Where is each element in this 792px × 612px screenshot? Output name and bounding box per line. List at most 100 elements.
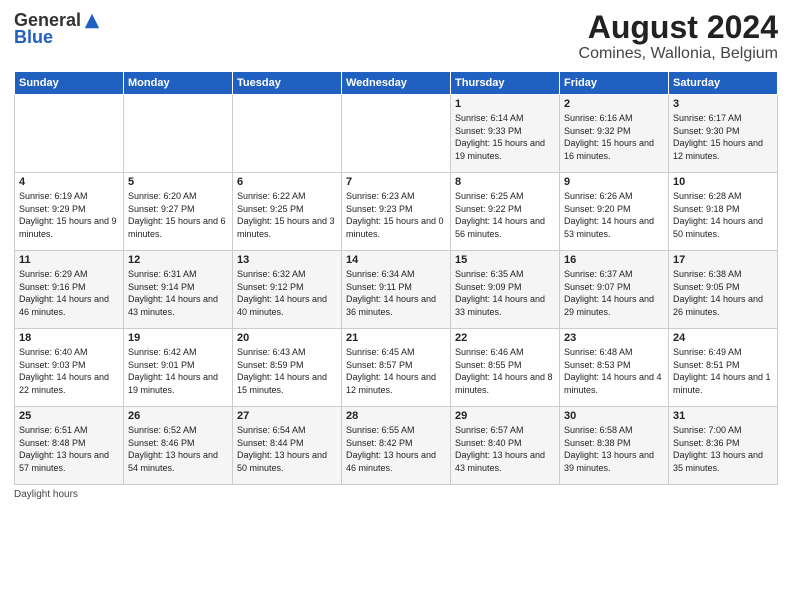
calendar-week-row: 18Sunrise: 6:40 AMSunset: 9:03 PMDayligh… xyxy=(15,329,778,407)
logo-blue: Blue xyxy=(14,27,53,48)
calendar-cell: 5Sunrise: 6:20 AMSunset: 9:27 PMDaylight… xyxy=(124,173,233,251)
calendar-cell: 20 Sunrise: 6:43 AMSunset: 8:59 PMDayligh… xyxy=(233,329,342,407)
day-info: Sunrise: 6:58 AMSunset: 8:38 PMDaylight:… xyxy=(564,424,664,474)
day-number: 4 xyxy=(19,176,119,188)
day-info: Sunrise: 6:43 AMSunset: 8:59 PMDaylight:… xyxy=(237,346,337,396)
calendar-cell: 24 Sunrise: 6:49 AMSunset: 8:51 PMDayligh… xyxy=(669,329,778,407)
day-info: Sunrise: 6:37 AMSunset: 9:07 PMDaylight:… xyxy=(564,268,664,318)
calendar-header-saturday: Saturday xyxy=(669,72,778,95)
day-number: 23 xyxy=(564,332,664,344)
day-number: 28 xyxy=(346,410,446,422)
calendar-cell: 8 Sunrise: 6:25 AMSunset: 9:22 PMDaylight… xyxy=(451,173,560,251)
day-number: 16 xyxy=(564,254,664,266)
day-info: Sunrise: 6:26 AMSunset: 9:20 PMDaylight:… xyxy=(564,190,664,240)
day-number: 10 xyxy=(673,176,773,188)
calendar-cell: 29 Sunrise: 6:57 AMSunset: 8:40 PMDayligh… xyxy=(451,407,560,485)
calendar-cell: 3 Sunrise: 6:17 AMSunset: 9:30 PMDaylight… xyxy=(669,95,778,173)
day-info: Sunrise: 7:00 AMSunset: 8:36 PMDaylight:… xyxy=(673,424,773,474)
calendar-week-row: 1Sunrise: 6:14 AMSunset: 9:33 PMDaylight… xyxy=(15,95,778,173)
title-block: August 2024 Comines, Wallonia, Belgium xyxy=(579,10,778,63)
calendar-cell: 30Sunrise: 6:58 AMSunset: 8:38 PMDayligh… xyxy=(560,407,669,485)
calendar-cell: 28Sunrise: 6:55 AMSunset: 8:42 PMDayligh… xyxy=(342,407,451,485)
calendar-header-wednesday: Wednesday xyxy=(342,72,451,95)
calendar-cell: 12 Sunrise: 6:31 AMSunset: 9:14 PMDayligh… xyxy=(124,251,233,329)
day-number: 19 xyxy=(128,332,228,344)
day-info: Sunrise: 6:54 AMSunset: 8:44 PMDaylight:… xyxy=(237,424,337,474)
calendar-cell: 18Sunrise: 6:40 AMSunset: 9:03 PMDayligh… xyxy=(15,329,124,407)
calendar-cell: 27 Sunrise: 6:54 AMSunset: 8:44 PMDayligh… xyxy=(233,407,342,485)
day-info: Sunrise: 6:35 AMSunset: 9:09 PMDaylight:… xyxy=(455,268,555,318)
calendar-table: SundayMondayTuesdayWednesdayThursdayFrid… xyxy=(14,71,778,485)
day-number: 3 xyxy=(673,98,773,110)
day-info: Sunrise: 6:40 AMSunset: 9:03 PMDaylight:… xyxy=(19,346,119,396)
day-number: 13 xyxy=(237,254,337,266)
day-number: 8 xyxy=(455,176,555,188)
calendar-header-thursday: Thursday xyxy=(451,72,560,95)
day-info: Sunrise: 6:17 AMSunset: 9:30 PMDaylight:… xyxy=(673,112,773,162)
calendar-cell: 21 Sunrise: 6:45 AMSunset: 8:57 PMDayligh… xyxy=(342,329,451,407)
calendar-cell xyxy=(342,95,451,173)
calendar-header-sunday: Sunday xyxy=(15,72,124,95)
day-number: 22 xyxy=(455,332,555,344)
calendar-cell: 23 Sunrise: 6:48 AMSunset: 8:53 PMDayligh… xyxy=(560,329,669,407)
calendar-cell: 14 Sunrise: 6:34 AMSunset: 9:11 PMDayligh… xyxy=(342,251,451,329)
day-number: 27 xyxy=(237,410,337,422)
day-info: Sunrise: 6:19 AMSunset: 9:29 PMDaylight:… xyxy=(19,190,119,240)
day-number: 17 xyxy=(673,254,773,266)
logo: General Blue xyxy=(14,10,101,48)
day-number: 9 xyxy=(564,176,664,188)
calendar-cell: 17 Sunrise: 6:38 AMSunset: 9:05 PMDayligh… xyxy=(669,251,778,329)
day-number: 29 xyxy=(455,410,555,422)
calendar-cell xyxy=(233,95,342,173)
day-info: Sunrise: 6:45 AMSunset: 8:57 PMDaylight:… xyxy=(346,346,446,396)
day-info: Sunrise: 6:25 AMSunset: 9:22 PMDaylight:… xyxy=(455,190,555,240)
calendar-cell: 1Sunrise: 6:14 AMSunset: 9:33 PMDaylight… xyxy=(451,95,560,173)
page-header: General Blue August 2024 Comines, Wallon… xyxy=(14,10,778,63)
calendar-cell: 22 Sunrise: 6:46 AMSunset: 8:55 PMDayligh… xyxy=(451,329,560,407)
day-info: Sunrise: 6:38 AMSunset: 9:05 PMDaylight:… xyxy=(673,268,773,318)
day-info: Sunrise: 6:22 AMSunset: 9:25 PMDaylight:… xyxy=(237,190,337,240)
day-info: Sunrise: 6:32 AMSunset: 9:12 PMDaylight:… xyxy=(237,268,337,318)
calendar-cell xyxy=(124,95,233,173)
day-info: Sunrise: 6:46 AMSunset: 8:55 PMDaylight:… xyxy=(455,346,555,396)
calendar-week-row: 25 Sunrise: 6:51 AMSunset: 8:48 PMDayligh… xyxy=(15,407,778,485)
calendar-header-tuesday: Tuesday xyxy=(233,72,342,95)
day-number: 20 xyxy=(237,332,337,344)
day-info: Sunrise: 6:51 AMSunset: 8:48 PMDaylight:… xyxy=(19,424,119,474)
day-info: Sunrise: 6:23 AMSunset: 9:23 PMDaylight:… xyxy=(346,190,446,240)
day-info: Sunrise: 6:31 AMSunset: 9:14 PMDaylight:… xyxy=(128,268,228,318)
day-info: Sunrise: 6:42 AMSunset: 9:01 PMDaylight:… xyxy=(128,346,228,396)
day-number: 24 xyxy=(673,332,773,344)
day-number: 25 xyxy=(19,410,119,422)
day-number: 11 xyxy=(19,254,119,266)
day-number: 6 xyxy=(237,176,337,188)
day-info: Sunrise: 6:49 AMSunset: 8:51 PMDaylight:… xyxy=(673,346,773,396)
day-number: 14 xyxy=(346,254,446,266)
calendar-header-row: SundayMondayTuesdayWednesdayThursdayFrid… xyxy=(15,72,778,95)
day-number: 7 xyxy=(346,176,446,188)
calendar-cell: 6 Sunrise: 6:22 AMSunset: 9:25 PMDaylight… xyxy=(233,173,342,251)
calendar-cell: 26 Sunrise: 6:52 AMSunset: 8:46 PMDayligh… xyxy=(124,407,233,485)
day-info: Sunrise: 6:34 AMSunset: 9:11 PMDaylight:… xyxy=(346,268,446,318)
calendar-cell: 2Sunrise: 6:16 AMSunset: 9:32 PMDaylight… xyxy=(560,95,669,173)
calendar-cell: 11Sunrise: 6:29 AMSunset: 9:16 PMDayligh… xyxy=(15,251,124,329)
day-number: 15 xyxy=(455,254,555,266)
day-number: 12 xyxy=(128,254,228,266)
day-info: Sunrise: 6:48 AMSunset: 8:53 PMDaylight:… xyxy=(564,346,664,396)
calendar-cell: 7 Sunrise: 6:23 AMSunset: 9:23 PMDaylight… xyxy=(342,173,451,251)
calendar-week-row: 11Sunrise: 6:29 AMSunset: 9:16 PMDayligh… xyxy=(15,251,778,329)
day-number: 26 xyxy=(128,410,228,422)
calendar-week-row: 4 Sunrise: 6:19 AMSunset: 9:29 PMDaylight… xyxy=(15,173,778,251)
calendar-header-friday: Friday xyxy=(560,72,669,95)
page-subtitle: Comines, Wallonia, Belgium xyxy=(579,45,778,63)
calendar-cell: 4 Sunrise: 6:19 AMSunset: 9:29 PMDaylight… xyxy=(15,173,124,251)
day-info: Sunrise: 6:57 AMSunset: 8:40 PMDaylight:… xyxy=(455,424,555,474)
day-number: 5 xyxy=(128,176,228,188)
day-number: 31 xyxy=(673,410,773,422)
day-number: 21 xyxy=(346,332,446,344)
calendar-cell: 25 Sunrise: 6:51 AMSunset: 8:48 PMDayligh… xyxy=(15,407,124,485)
logo-icon xyxy=(83,12,101,30)
day-info: Sunrise: 6:14 AMSunset: 9:33 PMDaylight:… xyxy=(455,112,555,162)
day-info: Sunrise: 6:52 AMSunset: 8:46 PMDaylight:… xyxy=(128,424,228,474)
calendar-cell: 31 Sunrise: 7:00 AMSunset: 8:36 PMDayligh… xyxy=(669,407,778,485)
